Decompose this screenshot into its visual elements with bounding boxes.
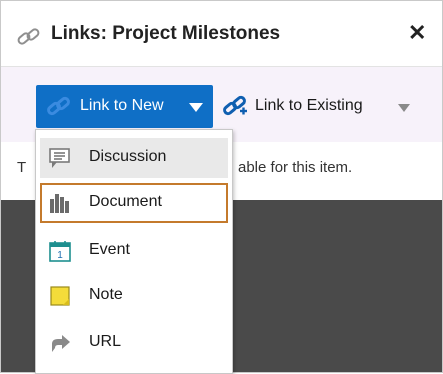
menu-item-note[interactable]: Note [40, 276, 228, 316]
links-dialog: Links: Project Milestones ✕ Link to New … [0, 0, 443, 374]
link-new-icon [47, 96, 70, 116]
menu-item-label: Event [89, 241, 130, 258]
link-to-new-label: Link to New [80, 97, 164, 114]
link-to-new-button[interactable]: Link to New [36, 85, 213, 128]
menu-item-label: Note [89, 286, 123, 303]
empty-message-start: T [17, 159, 27, 176]
note-icon [50, 286, 70, 306]
close-icon[interactable]: ✕ [408, 22, 426, 44]
url-icon [52, 335, 70, 352]
menu-item-label: Document [89, 193, 162, 210]
empty-message-end: able for this item. [238, 159, 353, 176]
link-icon [17, 28, 40, 45]
menu-item-discussion[interactable]: Discussion [40, 138, 228, 178]
menu-item-event[interactable]: 1 Event [40, 231, 228, 271]
svg-text:1: 1 [57, 250, 63, 261]
menu-item-document[interactable]: Document [40, 183, 228, 223]
document-icon [50, 194, 69, 213]
link-to-existing-button[interactable]: Link to Existing [255, 97, 363, 115]
link-existing-icon[interactable] [222, 94, 248, 118]
chevron-down-icon [189, 103, 203, 112]
chevron-down-icon[interactable] [398, 104, 410, 112]
link-to-new-menu: Discussion Document 1 Event Note URL [35, 129, 233, 374]
dialog-title: Links: Project Milestones [51, 23, 281, 44]
menu-item-url[interactable]: URL [40, 323, 228, 363]
calendar-icon: 1 [49, 241, 71, 262]
menu-item-label: Discussion [89, 148, 167, 165]
discussion-icon [49, 148, 70, 168]
menu-item-label: URL [89, 333, 122, 350]
dialog-header: Links: Project Milestones ✕ [1, 1, 442, 67]
